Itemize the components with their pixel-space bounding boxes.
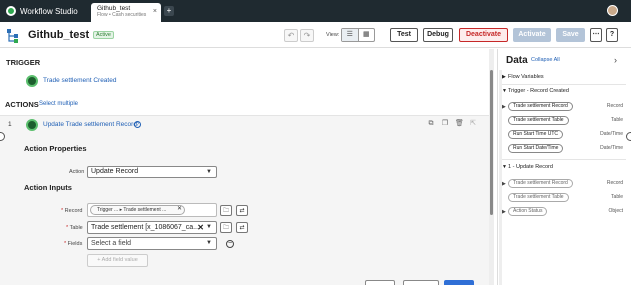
record-data-pill[interactable]: Trigger ... ▸ Trade settlement ...	[90, 205, 185, 215]
fields-label: * Fields	[64, 241, 83, 247]
data-panel-title: Data	[506, 55, 528, 66]
list-view-icon[interactable]: ☰	[342, 29, 359, 41]
close-tab-icon[interactable]: ×	[153, 8, 157, 15]
collapse-all-link[interactable]: Collapse All	[531, 57, 560, 63]
redo-button[interactable]: ↷	[300, 29, 314, 42]
remove-pill-icon[interactable]: ✕	[177, 205, 182, 212]
action-properties-heading: Action Properties	[24, 144, 87, 153]
new-tab-button[interactable]: +	[164, 6, 174, 16]
data-pill[interactable]: Trade settlement Record	[508, 102, 573, 111]
action-panel	[0, 115, 490, 285]
tab-subtitle: Flow • Cash securities	[97, 12, 147, 18]
copy-icon[interactable]: ⧉	[427, 120, 435, 128]
grid-view-icon[interactable]: ▦	[359, 29, 375, 41]
record-label: * Record	[61, 208, 83, 214]
view-label: View:	[326, 32, 340, 38]
open-external-icon[interactable]: ⇱	[469, 120, 477, 128]
deactivate-button[interactable]: Deactivate	[459, 28, 508, 42]
add-field-value-button[interactable]: + Add field value	[87, 254, 148, 267]
caret-right-icon[interactable]: ▶	[502, 181, 506, 187]
chevron-down-icon: ▼	[206, 240, 212, 246]
action-select-value: Update Record	[91, 168, 139, 175]
section-trigger-record-created[interactable]: ▼Trigger - Record Created	[502, 88, 626, 94]
chevron-down-icon: ▼	[206, 169, 212, 175]
data-pill[interactable]: Run Start Date/Time	[508, 144, 564, 153]
save-button[interactable]: Save	[556, 28, 585, 42]
workflow-logo-icon	[6, 6, 16, 16]
test-button[interactable]: Test	[390, 28, 418, 42]
action-node-icon	[26, 119, 38, 131]
table-label: * Table	[66, 225, 83, 231]
data-type-label: Table	[611, 194, 623, 200]
right-resize-handle[interactable]	[626, 132, 631, 141]
footer-button-1[interactable]	[365, 280, 395, 285]
data-type-label: Date/Time	[600, 145, 623, 151]
app-title: Workflow Studio	[20, 6, 78, 16]
data-type-label: Object	[608, 208, 623, 214]
activate-button[interactable]: Activate	[513, 28, 551, 42]
action-select[interactable]: Update Record ▼	[87, 166, 217, 178]
view-toggle[interactable]: ☰ ▦	[341, 28, 375, 42]
data-type-label: Record	[606, 103, 623, 109]
required-mark: *	[61, 208, 64, 214]
data-type-label: Table	[611, 117, 623, 123]
data-pill[interactable]: Trade settlement Table	[508, 193, 569, 202]
data-mapping-icon[interactable]: ⇄	[236, 205, 248, 216]
chevron-down-icon: ▼	[206, 224, 212, 230]
duplicate-icon[interactable]: ❐	[441, 120, 449, 128]
action-label: Action	[69, 169, 85, 175]
status-badge: Active	[93, 31, 114, 39]
clear-icon[interactable]: ✕	[197, 222, 204, 233]
flow-title: Github_test	[28, 29, 90, 41]
canvas-scrollbar-thumb[interactable]	[490, 70, 493, 215]
debug-button[interactable]: Debug	[423, 28, 453, 42]
data-pill[interactable]: Trade settlement Record	[508, 179, 573, 188]
undo-button[interactable]: ↶	[284, 29, 298, 42]
section-update-record[interactable]: ▼1 - Update Record	[502, 164, 626, 170]
caret-right-icon[interactable]: ▶	[502, 104, 506, 110]
help-button[interactable]: ?	[606, 28, 618, 42]
caret-right-icon[interactable]: ▶	[502, 209, 506, 215]
action-name-link[interactable]: Update Trade settlement Record	[43, 121, 137, 128]
remove-field-icon[interactable]: −	[226, 240, 234, 248]
data-mapping-icon[interactable]: ⇄	[236, 222, 248, 233]
select-multiple-link[interactable]: Select multiple	[39, 101, 78, 107]
fields-select[interactable]: Select a field ▼	[87, 237, 217, 250]
step-number: 1	[8, 121, 12, 128]
fields-select-placeholder: Select a field	[91, 240, 132, 247]
data-pill[interactable]: Run Start Time UTC	[508, 130, 564, 139]
divider	[502, 84, 626, 85]
trigger-node-icon	[26, 75, 38, 87]
divider	[502, 159, 626, 160]
folder-icon[interactable]: 🗀	[220, 222, 232, 233]
actions-heading: ACTIONS	[5, 100, 39, 109]
trash-icon[interactable]: 🗑	[455, 120, 464, 128]
trigger-name-link[interactable]: Trade settlement Created	[43, 77, 116, 84]
trigger-heading: TRIGGER	[6, 58, 41, 67]
table-select[interactable]: Trade settlement [x_1086067_ca... ✕ ▼	[87, 221, 217, 234]
app-title-tab[interactable]: Workflow Studio	[4, 2, 88, 20]
tab-title: Github_test	[97, 5, 131, 12]
data-pill[interactable]: Trade settlement Table	[508, 116, 569, 125]
footer-button-3[interactable]	[444, 280, 474, 285]
chevron-right-icon[interactable]: ›	[614, 55, 617, 65]
folder-icon[interactable]: 🗀	[220, 205, 232, 216]
tab-github-test[interactable]: Github_test Flow • Cash securities ×	[91, 3, 161, 22]
data-pill[interactable]: Action Status	[508, 207, 548, 216]
action-inputs-heading: Action Inputs	[24, 183, 72, 192]
flow-diagram-icon	[7, 29, 18, 43]
data-type-label: Date/Time	[600, 131, 623, 137]
table-select-value: Trade settlement [x_1086067_ca...	[91, 224, 199, 231]
avatar[interactable]	[607, 5, 618, 16]
data-panel-scrollbar[interactable]	[499, 70, 502, 285]
help-icon[interactable]: ?	[134, 121, 141, 128]
section-flow-variables[interactable]: ▶ Flow Variables	[502, 74, 626, 80]
data-type-label: Record	[606, 180, 623, 186]
more-options-button[interactable]: ⋯	[590, 28, 602, 42]
footer-button-2[interactable]	[403, 280, 439, 285]
